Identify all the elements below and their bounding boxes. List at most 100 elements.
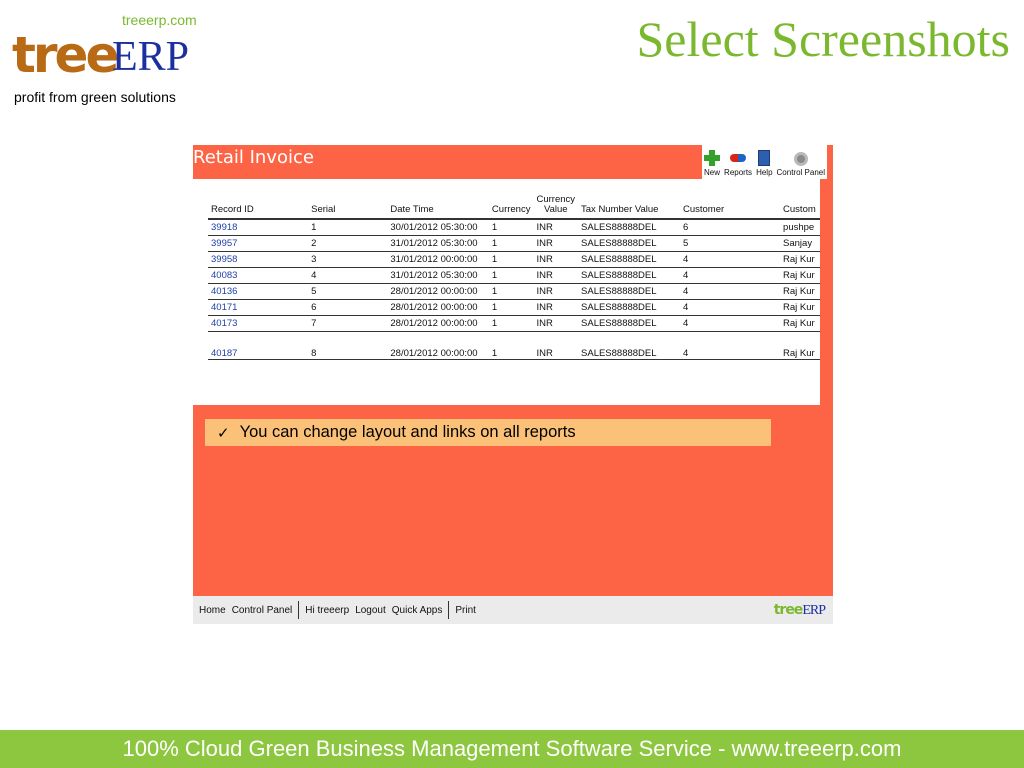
logo-mark-erp: ERP [112,34,190,80]
table-cell: 5 [308,283,388,300]
table-row[interactable]: 39957 2 31/01/2012 05:30:00 1 INR SALES88888D… [208,235,820,252]
slide-title: Select Screenshots [636,11,1010,67]
callout-text: You can change layout and links on all r… [239,423,576,441]
app-header: Retail Invoice New Reports Help Control … [193,145,833,179]
logo-mark-tree: tree [12,30,119,80]
record-id-link[interactable]: 39958 [208,251,309,268]
table-row[interactable]: 40136 5 28/01/2012 00:00:00 1 INR SALES88888D… [208,283,820,300]
table-cell: 31/01/2012 05:30:00 [387,235,489,252]
col-currency-value[interactable]: Currency Value [533,187,579,220]
table-cell: 3 [308,251,388,268]
logo-url: treeerp.com [122,12,197,28]
table-cell: INR [533,299,579,316]
table-cell: 4 [679,315,781,332]
table-cell: INR [533,267,579,284]
table-cell: 28/01/2012 00:00:00 [387,283,489,300]
table-cell: INR [533,283,579,300]
table-cell: 4 [308,267,388,284]
slide-footer: 100% Cloud Green Business Management Sof… [0,730,1024,768]
footer-logo-erp: ERP [802,603,826,618]
table-row[interactable]: 40171 6 28/01/2012 00:00:00 1 INR SALES88888D… [208,299,820,316]
record-id-link[interactable]: 40173 [208,315,309,332]
table-cell: Sanjay [780,235,820,252]
toolbar: New Reports Help Control Panel [702,145,827,179]
control-panel-label: Control Panel [776,168,825,177]
divider [298,601,300,619]
check-icon: ✓ [217,423,230,442]
table-cell: 1 [488,219,534,236]
table-cell: SALES88888DEL [578,315,680,332]
table-cell: 4 [679,283,781,300]
table-row[interactable]: 39958 3 31/01/2012 00:00:00 1 INR SALES88888D… [208,251,820,268]
new-button[interactable]: New [702,145,722,179]
table-cell: 5 [679,235,781,252]
table-cell: Raj Kur [780,251,820,268]
record-id-link[interactable]: 39957 [208,235,309,252]
table-cell: 1 [308,219,388,236]
table-cell: SALES88888DEL [578,299,680,316]
control-panel-button[interactable]: Control Panel [775,145,827,179]
table-row[interactable]: 40173 7 28/01/2012 00:00:00 1 INR SALES88888D… [208,315,820,332]
app-window: Retail Invoice New Reports Help Control … [193,145,833,624]
gear-icon [793,152,808,166]
record-id-link[interactable]: 40083 [208,267,309,284]
table-cell: 8 [308,331,388,360]
treeerp-logo: treeerp.com tree ERP profit from green s… [8,8,228,108]
table-cell: 30/01/2012 05:30:00 [387,219,489,236]
table-cell: 7 [308,315,388,332]
print-link[interactable]: Print [452,605,479,616]
table-cell: INR [533,331,579,360]
col-custom[interactable]: Custom [780,187,820,220]
record-id-link[interactable]: 40187 [208,331,309,360]
table-cell: 4 [679,251,781,268]
footer-logo-tree: tree [773,602,804,618]
table-cell: 1 [488,267,534,284]
record-id-link[interactable]: 40171 [208,299,309,316]
table-cell: 4 [679,331,781,360]
table-cell: 1 [488,331,534,360]
table-cell: 31/01/2012 00:00:00 [387,251,489,268]
table-cell: 1 [488,315,534,332]
table-cell: 28/01/2012 00:00:00 [387,315,489,332]
table-cell: 6 [679,219,781,236]
reports-button[interactable]: Reports [722,145,754,179]
table-cell: pushpe [780,219,820,236]
table-cell: SALES88888DEL [578,251,680,268]
col-date-time[interactable]: Date Time [387,187,489,220]
page-title: Retail Invoice [193,147,314,168]
record-id-link[interactable]: 39918 [208,219,309,236]
col-currency-value-line2: Value [543,204,568,215]
callout-note: ✓ You can change layout and links on all… [205,419,771,446]
table-cell: Raj Kur [780,267,820,284]
quick-apps-link[interactable]: Quick Apps [389,605,446,616]
table-cell: 28/01/2012 00:00:00 [387,299,489,316]
table-row[interactable]: 40187 8 28/01/2012 00:00:00 1 INR SALES88888D… [208,331,820,360]
table-cell: Raj Kur [780,331,820,360]
col-record-id[interactable]: Record ID [208,187,309,220]
col-serial[interactable]: Serial [308,187,388,220]
help-button[interactable]: Help [754,145,774,179]
table-cell: 1 [488,235,534,252]
col-customer[interactable]: Customer [679,187,781,220]
logo-tagline: profit from green solutions [14,89,176,105]
col-currency[interactable]: Currency [488,187,534,220]
table-cell: SALES88888DEL [578,235,680,252]
record-id-link[interactable]: 40136 [208,283,309,300]
reports-label: Reports [724,168,753,177]
logout-link[interactable]: Logout [352,605,389,616]
home-link[interactable]: Home [193,605,229,616]
table-cell: 31/01/2012 05:30:00 [387,267,489,284]
table-cell: Raj Kur [780,299,820,316]
control-panel-link[interactable]: Control Panel [229,605,296,616]
reports-icon [730,154,747,162]
new-label: New [704,168,721,177]
table-cell: SALES88888DEL [578,267,680,284]
report-grid-panel: Record ID Serial Date Time Currency Curr… [193,179,820,405]
table-body: 39918 1 30/01/2012 05:30:00 1 INR SALES88888D… [208,219,820,360]
footer-logo: treeERP [773,602,826,619]
table-cell: 4 [679,267,781,284]
logo-mark-text: tree [12,26,119,84]
col-tax-number[interactable]: Tax Number Value [578,187,680,220]
table-row[interactable]: 39918 1 30/01/2012 05:30:00 1 INR SALES88888D… [208,219,820,236]
table-row[interactable]: 40083 4 31/01/2012 05:30:00 1 INR SALES88888D… [208,267,820,284]
